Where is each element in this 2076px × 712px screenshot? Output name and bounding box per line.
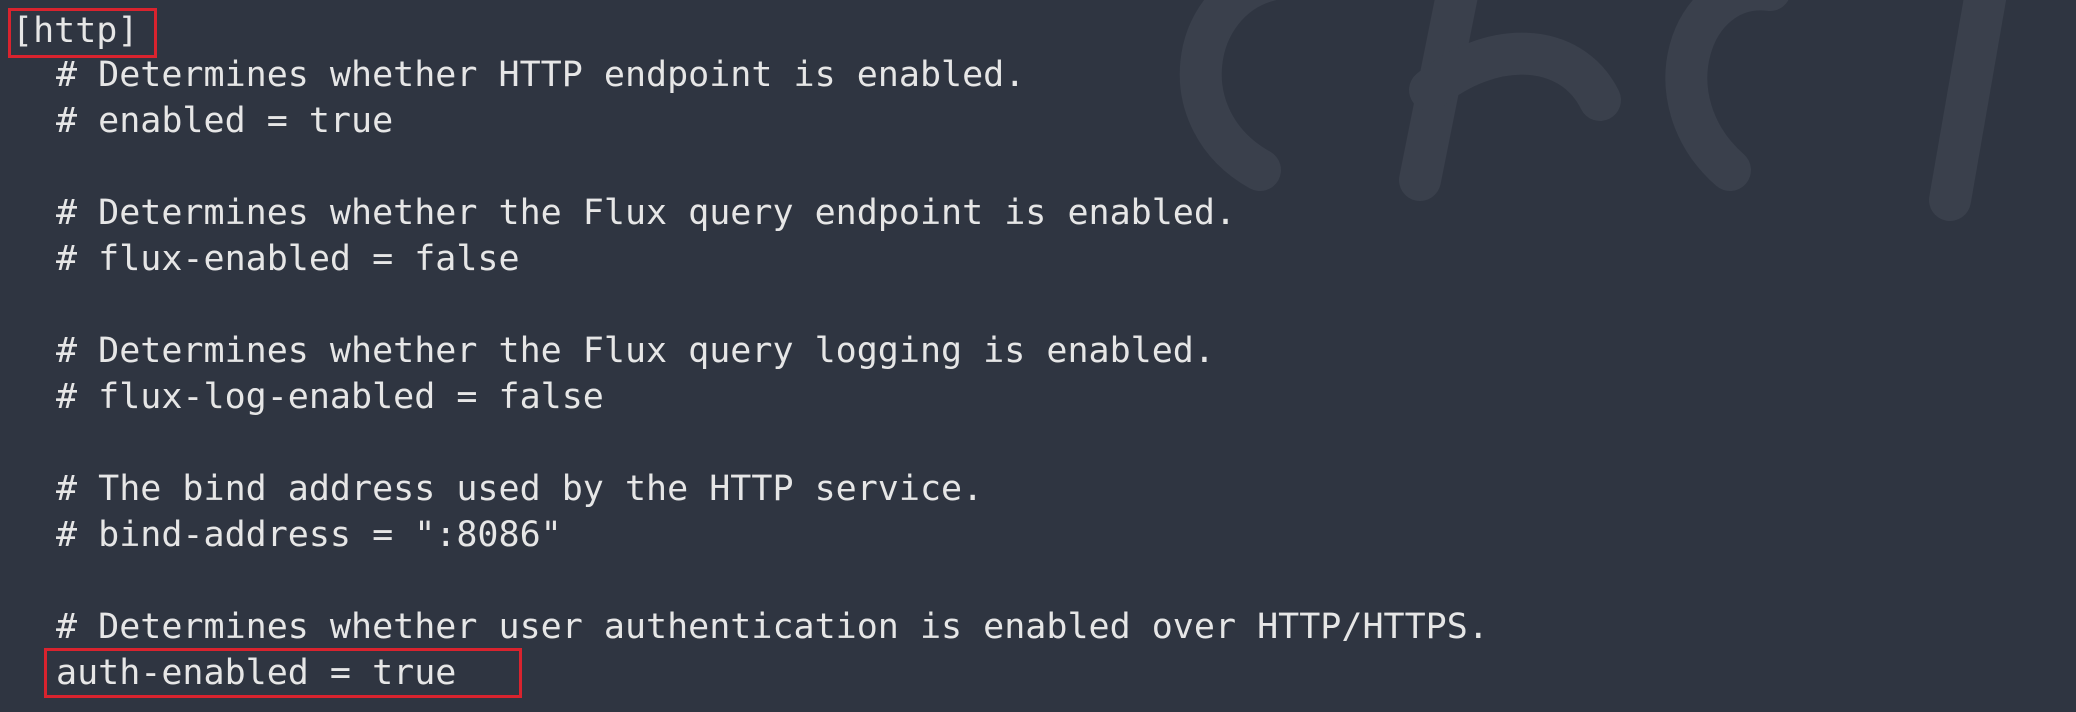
comment-line: # enabled = true xyxy=(56,101,394,141)
comment-line: # flux-log-enabled = false xyxy=(56,377,604,417)
comment-line: # Determines whether the Flux query endp… xyxy=(56,193,1237,233)
watermark-logo xyxy=(1179,0,2007,221)
comment-line: # The bind address used by the HTTP serv… xyxy=(56,469,984,509)
setting-auth-enabled: auth-enabled = true xyxy=(56,653,457,693)
comment-line: # Determines whether HTTP endpoint is en… xyxy=(56,55,1026,95)
section-header-http: [http] xyxy=(12,11,139,51)
comment-line: # bind-address = ":8086" xyxy=(56,515,562,555)
comment-line: # Determines whether user authentication… xyxy=(56,607,1489,647)
config-editor[interactable]: [http] # Determines whether HTTP endpoin… xyxy=(0,0,2076,712)
comment-line: # flux-enabled = false xyxy=(56,239,520,279)
comment-line: # Determines whether the Flux query logg… xyxy=(56,331,1215,371)
